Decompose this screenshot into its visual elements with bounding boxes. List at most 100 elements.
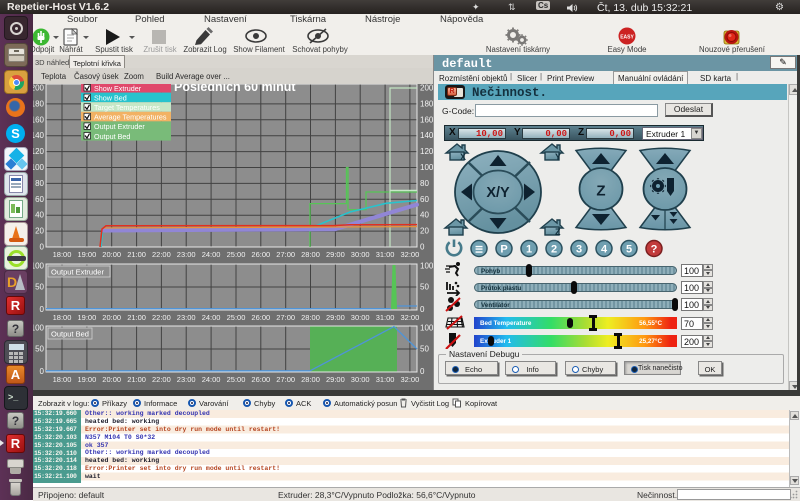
svg-text:19:00: 19:00 [78,375,97,384]
svg-text:140: 140 [33,131,45,140]
svg-text:5: 5 [626,244,632,256]
svg-text:26:00: 26:00 [251,313,270,322]
svg-text:22:00: 22:00 [152,250,171,259]
svg-text:60: 60 [35,195,44,204]
svg-text:100: 100 [420,262,433,271]
svg-text:0: 0 [420,305,425,314]
svg-text:25:00: 25:00 [227,375,246,384]
svg-text:0: 0 [420,243,425,252]
svg-text:50: 50 [35,283,44,292]
svg-text:20: 20 [420,227,429,236]
svg-text:29:00: 29:00 [326,313,345,322]
svg-text:30:00: 30:00 [351,250,370,259]
svg-text:31:00: 31:00 [376,375,395,384]
svg-text:28:00: 28:00 [301,250,320,259]
svg-text:☰: ☰ [475,245,483,255]
svg-text:Output Extruder: Output Extruder [51,268,104,277]
svg-text:100: 100 [33,324,45,333]
svg-text:200: 200 [33,84,45,93]
svg-text:100: 100 [33,262,45,271]
svg-text:2: 2 [551,244,557,256]
svg-text:Show Extruder: Show Extruder [94,84,142,93]
svg-text:23:00: 23:00 [177,375,196,384]
svg-text:120: 120 [420,147,433,156]
svg-text:50: 50 [420,345,429,354]
svg-text:140: 140 [420,131,433,140]
svg-text:Z: Z [596,183,605,200]
svg-text:Z: Z [555,227,561,237]
svg-text:20:00: 20:00 [102,250,121,259]
svg-text:18:00: 18:00 [53,313,72,322]
svg-text:0: 0 [40,243,45,252]
svg-text:19:00: 19:00 [78,250,97,259]
svg-text:19:00: 19:00 [78,313,97,322]
svg-text:27:00: 27:00 [276,313,295,322]
svg-text:0: 0 [40,367,45,376]
svg-text:Posledních 60 minut: Posledních 60 minut [174,84,296,94]
svg-text:21:00: 21:00 [127,313,146,322]
svg-text:25:00: 25:00 [227,313,246,322]
svg-text:29:00: 29:00 [326,250,345,259]
svg-text:Y: Y [555,152,561,162]
svg-text:30:00: 30:00 [351,375,370,384]
svg-text:24:00: 24:00 [202,375,221,384]
svg-text:3: 3 [576,244,582,256]
svg-text:?: ? [651,244,658,256]
svg-text:1: 1 [526,244,532,256]
svg-text:24:00: 24:00 [202,313,221,322]
svg-text:100: 100 [420,163,433,172]
svg-text:X/Y: X/Y [486,185,510,201]
svg-text:32:00: 32:00 [401,313,420,322]
svg-text:100: 100 [33,163,45,172]
svg-text:27:00: 27:00 [276,375,295,384]
svg-text:18:00: 18:00 [53,375,72,384]
svg-text:Show Bed: Show Bed [94,93,127,102]
svg-text:20: 20 [35,227,44,236]
svg-text:27:00: 27:00 [276,250,295,259]
svg-text:120: 120 [33,147,45,156]
svg-text:31:00: 31:00 [376,313,395,322]
svg-text:200: 200 [420,84,433,93]
svg-text:60: 60 [420,195,429,204]
svg-text:31:00: 31:00 [376,250,395,259]
svg-text:80: 80 [35,179,44,188]
svg-text:0: 0 [420,367,425,376]
svg-text:Target Temperatures: Target Temperatures [94,103,160,112]
svg-text:160: 160 [420,115,433,124]
svg-text:Average Temperatures: Average Temperatures [94,113,167,122]
svg-text:23:00: 23:00 [177,250,196,259]
svg-text:22:00: 22:00 [152,375,171,384]
svg-text:40: 40 [420,211,429,220]
svg-text:32:00: 32:00 [401,375,420,384]
svg-text:80: 80 [420,179,429,188]
svg-text:26:00: 26:00 [251,250,270,259]
svg-text:22:00: 22:00 [152,313,171,322]
svg-text:21:00: 21:00 [127,250,146,259]
svg-text:28:00: 28:00 [301,313,320,322]
svg-text:24:00: 24:00 [202,250,221,259]
svg-text:Output Bed: Output Bed [51,330,89,339]
svg-text:23:00: 23:00 [177,313,196,322]
svg-text:50: 50 [420,283,429,292]
svg-text:180: 180 [33,99,45,108]
svg-text:21:00: 21:00 [127,375,146,384]
svg-text:18:00: 18:00 [53,250,72,259]
svg-text:20:00: 20:00 [102,313,121,322]
svg-text:100: 100 [420,324,433,333]
svg-text:40: 40 [35,211,44,220]
svg-text:32:00: 32:00 [401,250,420,259]
svg-text:30:00: 30:00 [351,313,370,322]
svg-text:Output Extruder: Output Extruder [94,122,145,131]
svg-text:180: 180 [420,99,433,108]
svg-text:Output Bed: Output Bed [94,132,130,141]
svg-text:X: X [460,152,466,162]
svg-text:25:00: 25:00 [227,250,246,259]
svg-text:160: 160 [33,115,45,124]
svg-text:26:00: 26:00 [251,375,270,384]
svg-text:20:00: 20:00 [102,375,121,384]
svg-text:28:00: 28:00 [301,375,320,384]
svg-text:29:00: 29:00 [326,375,345,384]
svg-text:EASY: EASY [620,35,634,41]
svg-text:4: 4 [601,244,608,256]
svg-text:P: P [500,244,507,256]
